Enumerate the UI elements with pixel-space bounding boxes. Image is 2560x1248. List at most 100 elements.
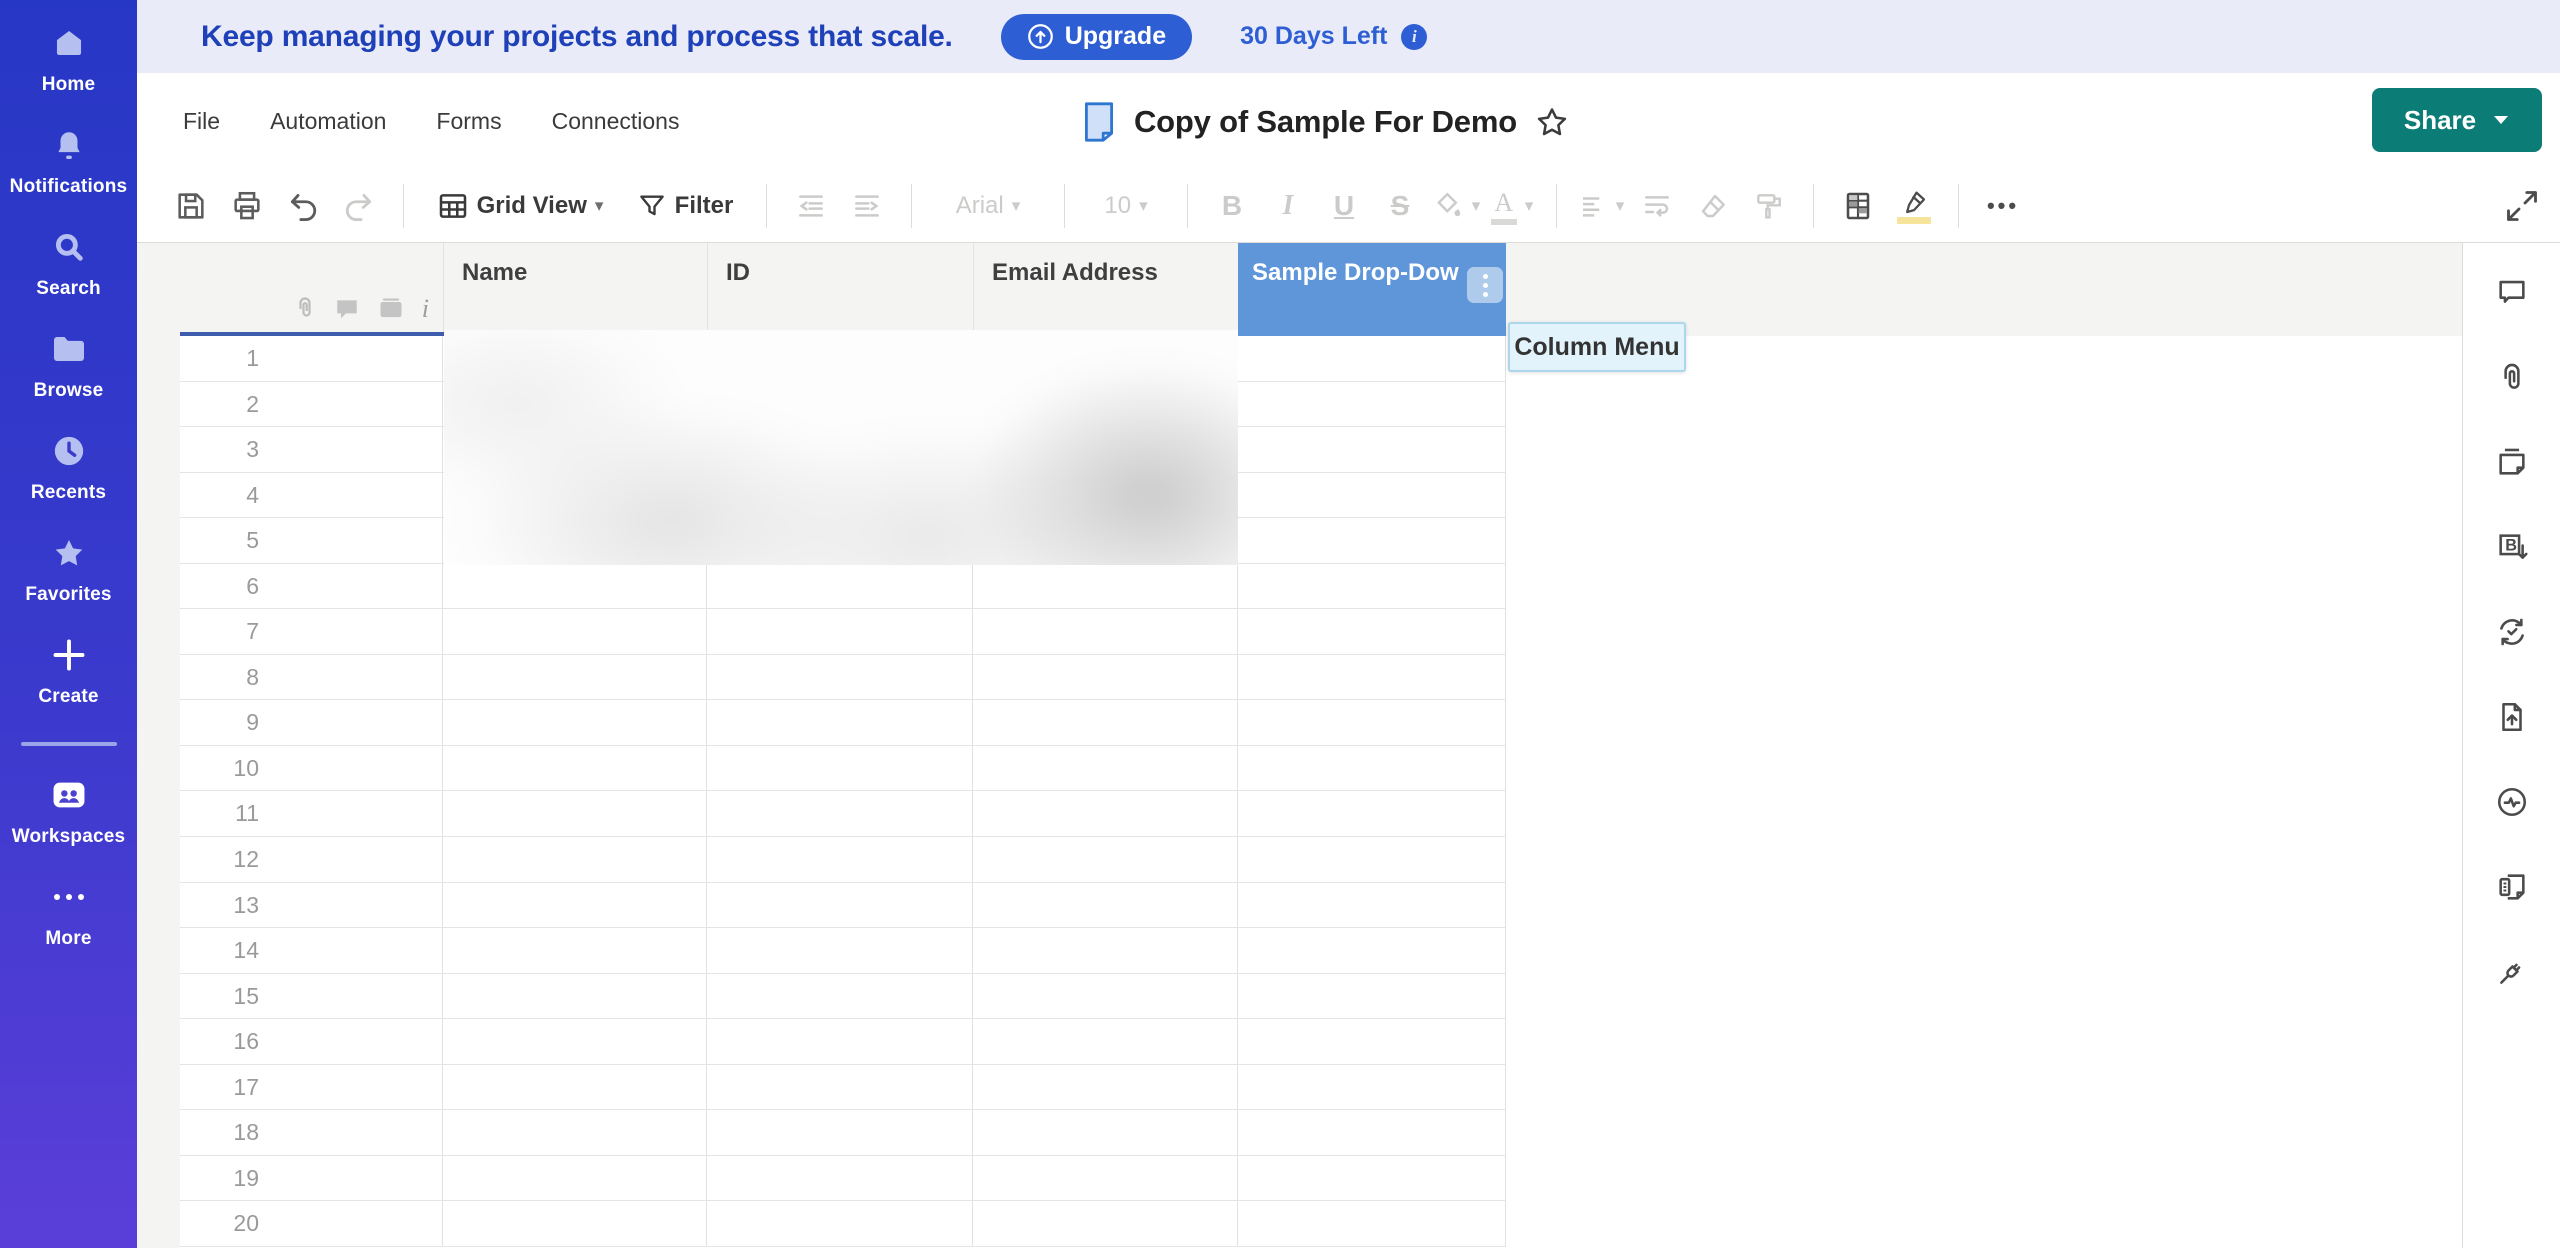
row-number[interactable]: 13 [180, 883, 443, 928]
grid-cell[interactable] [443, 1065, 707, 1110]
row-number[interactable]: 10 [180, 746, 443, 791]
row-number[interactable]: 15 [180, 974, 443, 1019]
table-row[interactable]: 10 [180, 746, 1506, 792]
sheet-title[interactable]: Copy of Sample For Demo [1134, 104, 1517, 140]
grid-cell[interactable] [973, 837, 1238, 882]
menu-file[interactable]: File [183, 108, 220, 135]
grid-cell[interactable] [973, 564, 1238, 609]
italic-button[interactable]: I [1260, 178, 1316, 234]
grid-cell[interactable] [973, 1019, 1238, 1064]
grid-cell[interactable] [443, 974, 707, 1019]
column-header-email[interactable]: Email Address [973, 243, 1238, 336]
outdent-button[interactable] [783, 178, 839, 234]
grid-cell[interactable] [973, 746, 1238, 791]
grid-cell[interactable] [1238, 1065, 1506, 1110]
grid-cell[interactable] [443, 1110, 707, 1155]
bold-button[interactable]: B [1204, 178, 1260, 234]
grid-cell[interactable] [707, 928, 973, 973]
row-number[interactable]: 5 [180, 518, 443, 563]
grid-cell[interactable] [1238, 564, 1506, 609]
grid-cell[interactable] [707, 1019, 973, 1064]
grid-cell[interactable] [973, 1156, 1238, 1201]
table-row[interactable]: 19 [180, 1156, 1506, 1202]
grid-cell[interactable] [1238, 928, 1506, 973]
grid-cell[interactable] [707, 564, 973, 609]
format-painter-button[interactable] [1741, 178, 1797, 234]
table-row[interactable]: 18 [180, 1110, 1506, 1156]
grid-cell[interactable] [1238, 883, 1506, 928]
grid-cell[interactable] [973, 1201, 1238, 1246]
grid-cell[interactable] [707, 837, 973, 882]
grid-cell[interactable] [707, 1156, 973, 1201]
favorite-star-icon[interactable] [1535, 105, 1569, 139]
grid-cell[interactable] [973, 655, 1238, 700]
table-row[interactable]: 6 [180, 564, 1506, 610]
grid-cell[interactable] [707, 746, 973, 791]
table-row[interactable]: 13 [180, 883, 1506, 929]
row-number[interactable]: 6 [180, 564, 443, 609]
grid-cell[interactable] [973, 700, 1238, 745]
table-row[interactable]: 15 [180, 974, 1506, 1020]
table-row[interactable]: 7 [180, 609, 1506, 655]
row-number[interactable]: 16 [180, 1019, 443, 1064]
indent-button[interactable] [839, 178, 895, 234]
column-header-sample-dropdown[interactable]: Sample Drop-Dow [1238, 243, 1506, 336]
expand-sheet-button[interactable] [2500, 184, 2544, 228]
sidebar-item-notifications[interactable]: Notifications [0, 126, 137, 198]
align-button[interactable]: ▾ [1573, 178, 1629, 234]
grid-cell[interactable] [707, 700, 973, 745]
grid-cell[interactable] [973, 928, 1238, 973]
proofs-panel-button[interactable] [2495, 445, 2529, 479]
wrap-text-button[interactable] [1629, 178, 1685, 234]
row-number[interactable]: 8 [180, 655, 443, 700]
column-header-id[interactable]: ID [707, 243, 973, 336]
grid-cell[interactable] [707, 1065, 973, 1110]
redo-button[interactable] [331, 178, 387, 234]
row-number[interactable]: 19 [180, 1156, 443, 1201]
font-family-selector[interactable]: Arial ▾ [928, 178, 1048, 234]
sidebar-item-workspaces[interactable]: Workspaces [0, 776, 137, 848]
grid-cell[interactable] [443, 609, 707, 654]
row-number[interactable]: 14 [180, 928, 443, 973]
grid-cell[interactable] [1238, 1019, 1506, 1064]
grid-cell[interactable] [707, 1110, 973, 1155]
table-row[interactable]: 17 [180, 1065, 1506, 1111]
grid-cell[interactable] [973, 974, 1238, 1019]
grid-cell[interactable] [973, 1065, 1238, 1110]
print-button[interactable] [219, 178, 275, 234]
grid-cell[interactable] [1238, 655, 1506, 700]
sidebar-item-search[interactable]: Search [0, 228, 137, 300]
grid-cell[interactable] [443, 928, 707, 973]
grid-cell[interactable] [707, 609, 973, 654]
row-number[interactable]: 12 [180, 837, 443, 882]
grid-cell[interactable] [443, 1019, 707, 1064]
row-number[interactable]: 17 [180, 1065, 443, 1110]
grid-cell[interactable] [443, 700, 707, 745]
row-number[interactable]: 1 [180, 336, 443, 381]
grid-cell[interactable] [443, 746, 707, 791]
highlight-changes-button[interactable] [1886, 178, 1942, 234]
menu-connections[interactable]: Connections [552, 108, 680, 135]
table-row[interactable]: 11 [180, 791, 1506, 837]
view-selector[interactable]: Grid View ▾ [420, 178, 620, 234]
table-row[interactable]: 20 [180, 1201, 1506, 1247]
grid-cell[interactable] [1238, 1110, 1506, 1155]
row-number[interactable]: 2 [180, 382, 443, 427]
row-number[interactable]: 18 [180, 1110, 443, 1155]
grid-cell[interactable] [443, 791, 707, 836]
grid-cell[interactable] [443, 655, 707, 700]
grid-cell[interactable] [707, 883, 973, 928]
grid-cell[interactable] [1238, 609, 1506, 654]
grid-cell[interactable] [1238, 382, 1506, 427]
grid-cell[interactable] [707, 791, 973, 836]
save-button[interactable] [163, 178, 219, 234]
column-menu-kebab-icon[interactable] [1467, 267, 1503, 303]
grid-cell[interactable] [973, 791, 1238, 836]
grid-cell[interactable] [1238, 1156, 1506, 1201]
grid-cell[interactable] [443, 1156, 707, 1201]
comments-panel-button[interactable] [2495, 275, 2529, 309]
grid-cell[interactable] [1238, 974, 1506, 1019]
font-size-selector[interactable]: 10 ▾ [1081, 178, 1171, 234]
undo-button[interactable] [275, 178, 331, 234]
table-row[interactable]: 14 [180, 928, 1506, 974]
